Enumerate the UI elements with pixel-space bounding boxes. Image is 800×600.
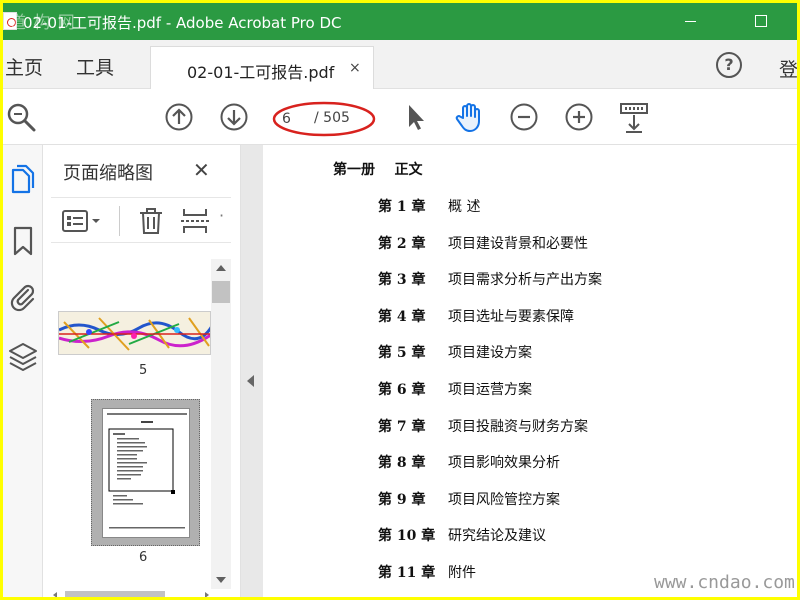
document-view[interactable]: 第一册 正文 第 1 章 概 述第 2 章 项目建设背景和必要性第 3 章 项目需求分… bbox=[263, 145, 797, 597]
toc-chapter-row: 第 6 章 项目运营方案 bbox=[378, 379, 532, 399]
chapter-number: 第 6 章 bbox=[378, 382, 426, 398]
thumbnail-label: 5 bbox=[139, 363, 148, 378]
toc-chapter-row: 第 2 章 项目建设背景和必要性 bbox=[378, 233, 588, 253]
chapter-title: 项目建设方案 bbox=[448, 345, 532, 361]
window-title: 02-01-工可报告.pdf - Adobe Acrobat Pro DC bbox=[23, 14, 342, 32]
toc-chapter-row: 第 5 章 项目建设方案 bbox=[378, 342, 532, 362]
page-thumbnails-icon[interactable] bbox=[3, 161, 43, 201]
chapter-title: 附件 bbox=[448, 565, 476, 581]
sign-in-button[interactable]: 登 bbox=[779, 55, 797, 82]
map-thumbnail-image bbox=[59, 312, 210, 354]
chapter-number: 第 7 章 bbox=[378, 419, 426, 435]
page-thumbnail-5[interactable] bbox=[58, 311, 211, 355]
toc-chapter-row: 第 11 章附件 bbox=[378, 562, 476, 582]
toc-chapter-row: 第 10 章研究结论及建议 bbox=[378, 525, 546, 545]
page-up-icon[interactable] bbox=[163, 101, 195, 133]
scrollbar-thumb[interactable] bbox=[212, 281, 230, 303]
more-tools-icon[interactable]: · bbox=[219, 206, 224, 225]
panel-scrollbar[interactable] bbox=[211, 259, 231, 589]
acrobat-window: 道 构 网 02-01-工可报告.pdf - Adobe Acrobat Pro… bbox=[3, 3, 797, 597]
chapter-number: 第 8 章 bbox=[378, 455, 426, 471]
chapter-number: 第 11 章 bbox=[378, 565, 436, 581]
chapter-title: 项目建设背景和必要性 bbox=[448, 236, 588, 252]
chapter-number: 第 3 章 bbox=[378, 272, 426, 288]
chapter-title: 概 述 bbox=[448, 199, 481, 215]
title-bar: 道 构 网 02-01-工可报告.pdf - Adobe Acrobat Pro… bbox=[3, 3, 797, 40]
scroll-up-icon[interactable] bbox=[216, 265, 226, 271]
page-thumbnail-6-selected[interactable] bbox=[91, 399, 200, 546]
total-pages-label: / 505 bbox=[314, 110, 350, 126]
help-button[interactable]: ? bbox=[716, 52, 742, 78]
chapter-number: 第 4 章 bbox=[378, 309, 426, 325]
chapter-title: 项目影响效果分析 bbox=[448, 455, 560, 471]
chapter-title: 项目风险管控方案 bbox=[448, 492, 560, 508]
panel-title: 页面缩略图 bbox=[63, 163, 153, 184]
hand-tool-icon[interactable] bbox=[453, 101, 485, 133]
menu-home[interactable]: 主页 bbox=[5, 53, 43, 80]
doc-heading: 第一册 正文 bbox=[333, 162, 423, 178]
panel-horizontal-scrollbar[interactable] bbox=[53, 591, 213, 597]
chapter-number: 第 10 章 bbox=[378, 528, 436, 544]
toolbar: / 505 bbox=[3, 89, 797, 145]
panel-toolbar-divider bbox=[119, 206, 120, 236]
maximize-button[interactable] bbox=[737, 3, 783, 40]
chapter-number: 第 5 章 bbox=[378, 345, 426, 361]
thumbnail-panel: 页面缩略图 ✕ · 5 6 bbox=[43, 145, 241, 597]
document-tab-label: 02-01-工可报告.pdf bbox=[187, 63, 335, 82]
bookmarks-icon[interactable] bbox=[3, 221, 43, 261]
toc-chapter-row: 第 3 章 项目需求分析与产出方案 bbox=[378, 269, 602, 289]
minimize-button[interactable] bbox=[667, 3, 713, 40]
chapter-title: 项目运营方案 bbox=[448, 382, 532, 398]
chapter-number: 第 2 章 bbox=[378, 236, 426, 252]
document-tab[interactable]: 02-01-工可报告.pdf × bbox=[150, 46, 374, 90]
menu-bar: 主页 工具 02-01-工可报告.pdf × ? 登 bbox=[3, 40, 797, 90]
thumbnail-options-icon[interactable] bbox=[61, 209, 103, 233]
chapter-number: 第 1 章 bbox=[378, 199, 426, 215]
toc-chapter-row: 第 1 章 概 述 bbox=[378, 196, 480, 216]
scroll-down-icon[interactable] bbox=[216, 577, 226, 583]
zoom-out-icon[interactable] bbox=[508, 101, 540, 133]
select-arrow-icon[interactable] bbox=[401, 101, 429, 133]
chapter-title: 项目需求分析与产出方案 bbox=[448, 272, 602, 288]
insert-page-icon[interactable] bbox=[181, 207, 211, 235]
panel-collapse-splitter[interactable] bbox=[241, 145, 263, 597]
layers-icon[interactable] bbox=[3, 337, 43, 377]
panel-toolbar: · bbox=[51, 197, 231, 243]
toc-chapter-row: 第 8 章 项目影响效果分析 bbox=[378, 452, 560, 472]
zoom-in-icon[interactable] bbox=[563, 101, 595, 133]
thumbnail-page-image bbox=[102, 408, 190, 538]
page-down-icon[interactable] bbox=[218, 101, 250, 133]
current-page-input[interactable] bbox=[282, 109, 308, 129]
left-rail bbox=[3, 145, 43, 597]
scroll-mode-icon[interactable] bbox=[617, 101, 651, 135]
close-panel-icon[interactable]: ✕ bbox=[193, 158, 210, 182]
chapter-title: 研究结论及建议 bbox=[448, 528, 546, 544]
site-watermark: www.cndao.com bbox=[654, 572, 795, 593]
delete-page-icon[interactable] bbox=[138, 206, 164, 236]
zoom-search-icon[interactable] bbox=[5, 101, 37, 133]
attachments-icon[interactable] bbox=[3, 277, 43, 317]
menu-tools[interactable]: 工具 bbox=[76, 53, 114, 80]
page-number-box: / 505 bbox=[272, 101, 376, 137]
chapter-title: 项目投融资与财务方案 bbox=[448, 419, 588, 435]
thumbnail-label: 6 bbox=[139, 550, 148, 565]
toc-chapter-row: 第 4 章 项目选址与要素保障 bbox=[378, 306, 574, 326]
close-tab-icon[interactable]: × bbox=[349, 60, 361, 76]
collapse-arrow-icon[interactable] bbox=[247, 375, 254, 387]
chapter-number: 第 9 章 bbox=[378, 492, 426, 508]
toc-chapter-row: 第 7 章 项目投融资与财务方案 bbox=[378, 416, 588, 436]
chapter-title: 项目选址与要素保障 bbox=[448, 309, 574, 325]
toc-chapter-row: 第 9 章 项目风险管控方案 bbox=[378, 489, 560, 509]
